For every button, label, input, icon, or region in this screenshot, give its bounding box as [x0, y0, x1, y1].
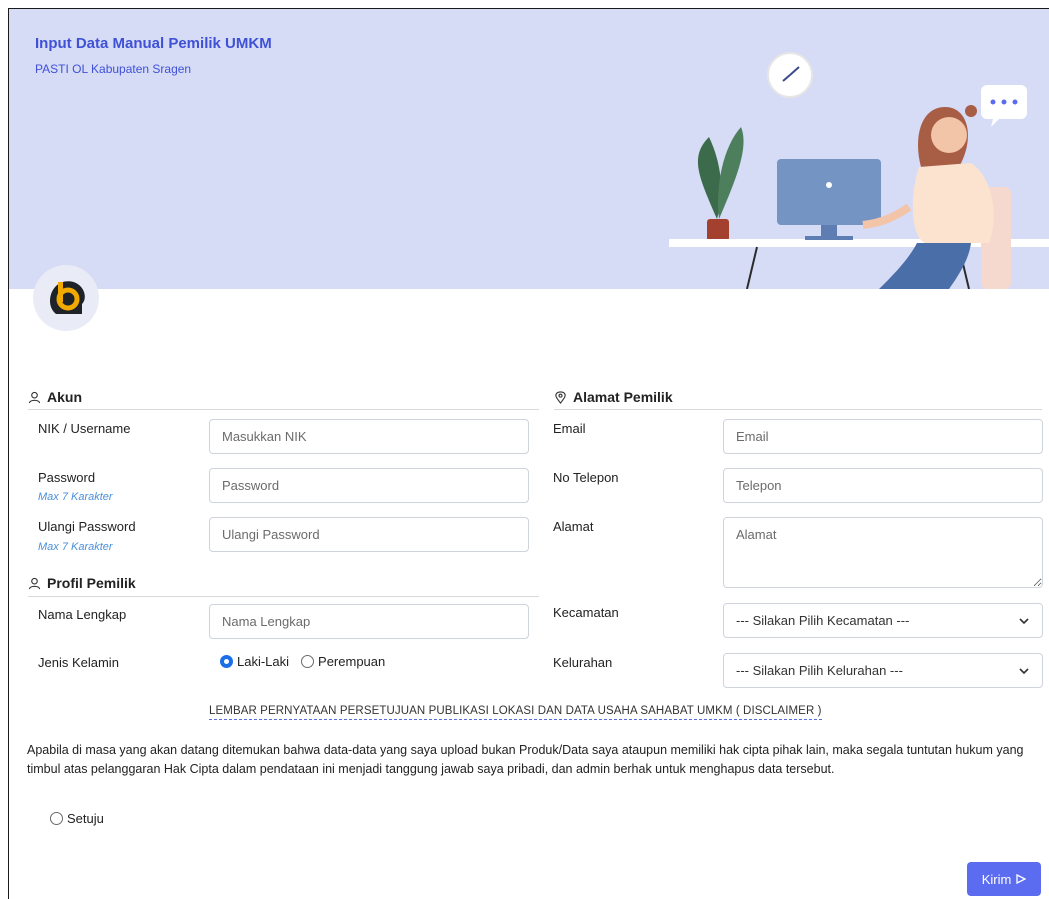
- gender-label: Jenis Kelamin: [38, 655, 119, 670]
- section-title-akun: Akun: [28, 389, 82, 405]
- kelurahan-label: Kelurahan: [553, 655, 613, 670]
- disclaimer-text: Apabila di masa yang akan datang ditemuk…: [27, 743, 1024, 776]
- repeat-password-hint: Max 7 Karakter: [38, 541, 113, 553]
- address-label: Alamat: [553, 519, 594, 534]
- full-name-label: Nama Lengkap: [38, 607, 127, 622]
- kelurahan-selected-value: --- Silakan Pilih Kelurahan ---: [736, 663, 903, 678]
- radio-label-setuju[interactable]: Setuju: [67, 811, 104, 826]
- divider: [28, 596, 539, 597]
- divider: [554, 409, 1042, 410]
- phone-input[interactable]: [723, 468, 1043, 503]
- repeat-password-input[interactable]: [209, 517, 529, 552]
- full-name-input[interactable]: [209, 604, 529, 639]
- header-banner: Input Data Manual Pemilik UMKM PASTI OL …: [9, 9, 1049, 289]
- nik-input[interactable]: [209, 419, 529, 454]
- page-subtitle: PASTI OL Kabupaten Sragen: [35, 62, 192, 76]
- radio-label-laki-laki[interactable]: Laki-Laki: [237, 654, 289, 669]
- chevron-down-icon: [1019, 617, 1029, 624]
- radio-perempuan[interactable]: [301, 655, 315, 668]
- app-logo: [33, 265, 99, 331]
- location-pin-icon: [555, 390, 566, 404]
- send-icon: [1016, 874, 1027, 884]
- kelurahan-select[interactable]: --- Silakan Pilih Kelurahan ---: [723, 653, 1043, 688]
- email-label: Email: [553, 421, 586, 436]
- page-title: Input Data Manual Pemilik UMKM: [35, 35, 272, 52]
- section-title-profil: Profil Pemilik: [28, 575, 136, 591]
- section-label: Profil Pemilik: [47, 575, 136, 591]
- submit-button[interactable]: Kirim: [967, 862, 1041, 896]
- user-icon: [28, 577, 41, 589]
- repeat-password-label: Ulangi Password: [38, 519, 136, 534]
- password-input[interactable]: [209, 468, 529, 503]
- page-frame: Input Data Manual Pemilik UMKM PASTI OL …: [8, 8, 1049, 899]
- radio-laki-laki[interactable]: [220, 655, 233, 668]
- disclaimer-link[interactable]: LEMBAR PERNYATAAN PERSETUJUAN PUBLIKASI …: [209, 705, 822, 720]
- kecamatan-label: Kecamatan: [553, 605, 619, 620]
- chevron-down-icon: [1019, 667, 1029, 674]
- address-textarea[interactable]: [723, 517, 1043, 588]
- agree-radio-group: Setuju: [50, 811, 104, 826]
- kecamatan-selected-value: --- Silakan Pilih Kecamatan ---: [736, 613, 910, 628]
- password-hint: Max 7 Karakter: [38, 491, 113, 503]
- office-illustration: [669, 52, 1049, 289]
- email-input[interactable]: [723, 419, 1043, 454]
- kecamatan-select[interactable]: --- Silakan Pilih Kecamatan ---: [723, 603, 1043, 638]
- password-label: Password: [38, 470, 96, 485]
- radio-setuju[interactable]: [50, 812, 63, 825]
- submit-label: Kirim: [981, 871, 1012, 887]
- phone-label: No Telepon: [553, 470, 619, 485]
- divider: [28, 409, 539, 410]
- radio-label-perempuan[interactable]: Perempuan: [318, 654, 385, 669]
- section-label: Alamat Pemilik: [573, 389, 673, 405]
- section-title-alamat: Alamat Pemilik: [554, 389, 673, 405]
- gender-radio-group: Laki-Laki Perempuan: [220, 654, 385, 669]
- section-label: Akun: [47, 389, 82, 405]
- head-logo-icon: [50, 281, 85, 314]
- user-icon: [28, 391, 41, 403]
- nik-label: NIK / Username: [38, 421, 131, 436]
